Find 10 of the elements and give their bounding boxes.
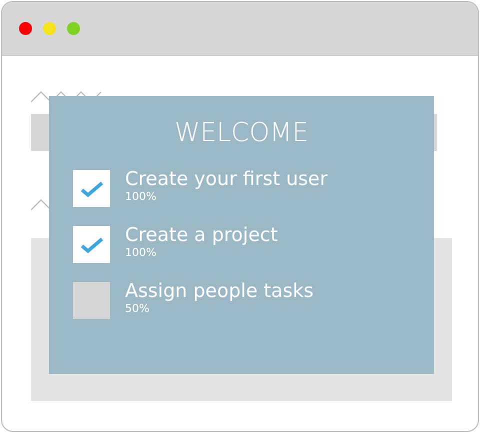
checkbox[interactable] <box>73 170 110 207</box>
task-label: Create a project <box>125 224 278 246</box>
close-button[interactable] <box>19 22 32 35</box>
checkmark-icon <box>80 236 104 254</box>
checkbox[interactable] <box>73 282 110 319</box>
dialog-title: WELCOME <box>173 118 310 148</box>
task-label: Assign people tasks <box>125 280 314 302</box>
task-label: Create your first user <box>125 168 328 190</box>
checkmark-icon <box>80 180 104 198</box>
checkbox[interactable] <box>73 226 110 263</box>
